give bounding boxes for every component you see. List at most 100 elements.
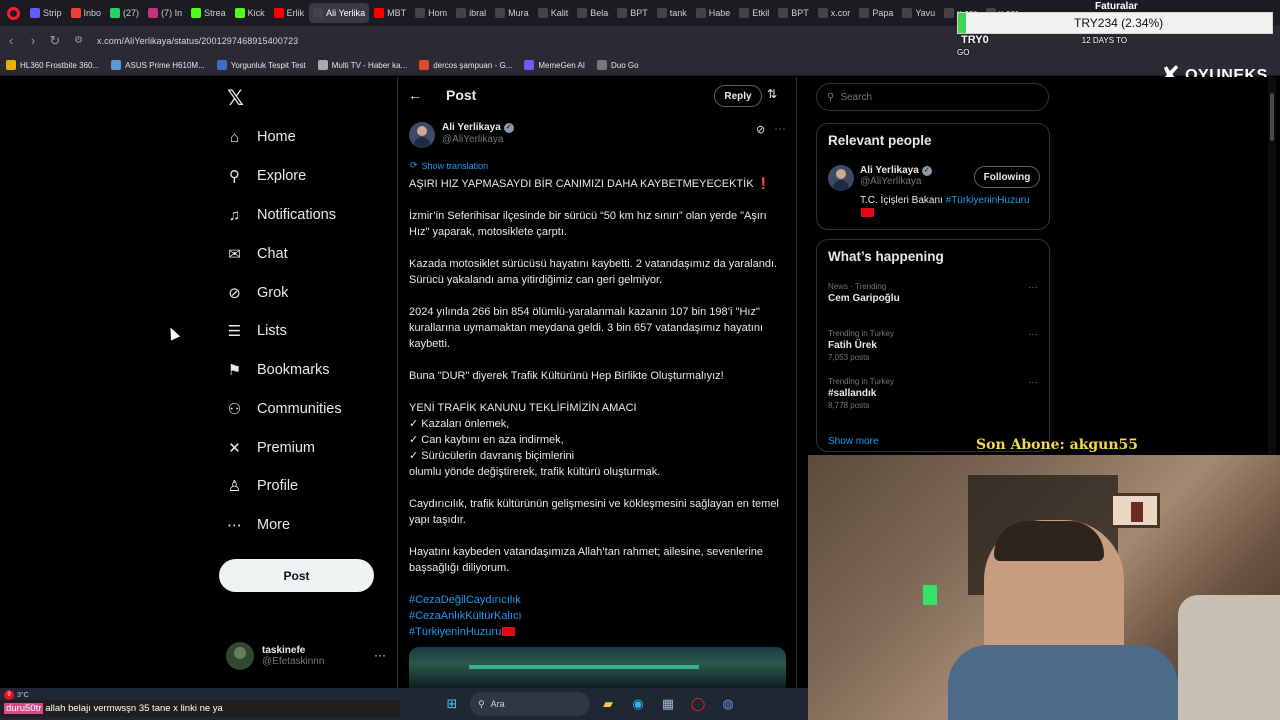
show-more-link[interactable]: Show more — [828, 436, 879, 447]
author-name[interactable]: Ali Yerlikaya — [442, 122, 501, 133]
nav-item-profile[interactable]: ♙ Profile — [226, 474, 298, 498]
browser-tab[interactable]: Kalit — [534, 3, 573, 23]
nav-item-bookmarks[interactable]: ⚑ Bookmarks — [226, 358, 330, 382]
browser-tab[interactable]: Inbo — [67, 3, 106, 23]
trend-more-icon[interactable]: ··· — [1028, 329, 1038, 340]
browser-tab[interactable]: x.cor — [814, 3, 855, 23]
back-nav-icon[interactable]: ‹ — [0, 33, 22, 48]
opera-taskbar-icon[interactable]: ◯ — [686, 692, 710, 716]
site-info-icon[interactable]: ⚙ — [74, 35, 83, 46]
author-handle[interactable]: @AliYerlikaya — [442, 134, 514, 145]
youtube-icon — [374, 8, 385, 18]
trend-item[interactable]: News · Trending Cem Garipoğlu ··· — [828, 282, 1040, 304]
x-icon — [537, 8, 548, 18]
weather-widget[interactable]: 9 3°C — [4, 690, 29, 700]
post-more-icon[interactable]: ··· — [774, 121, 786, 135]
browser-tab-label: Bela — [590, 8, 609, 18]
browser-tab[interactable]: tank — [653, 3, 691, 23]
nav-item-notifications[interactable]: ♫ Notifications — [226, 203, 336, 227]
browser-tab[interactable]: Erlik — [270, 3, 309, 23]
browser-tab[interactable]: BPT — [774, 3, 813, 23]
store-icon[interactable]: ▦ — [656, 692, 680, 716]
filter-icon[interactable]: ⇅ — [767, 87, 777, 101]
nav-item-chat[interactable]: ✉ Chat — [226, 242, 287, 266]
browser-tab[interactable]: Strea — [187, 3, 230, 23]
relevant-person[interactable]: Ali Yerlikaya ✓ @AliYerlikaya — [828, 165, 932, 191]
trend-name: Fatih Ürek — [828, 340, 877, 351]
browser-tab[interactable]: MBT — [370, 3, 410, 23]
browser-tab[interactable]: Bela — [573, 3, 612, 23]
account-more-icon[interactable]: ··· — [374, 648, 386, 662]
nav-item-communities[interactable]: ⚇ Communities — [226, 397, 342, 421]
following-button[interactable]: Following — [974, 166, 1040, 188]
forward-nav-icon[interactable]: › — [22, 33, 44, 48]
x-logo-icon[interactable]: 𝕏 — [227, 86, 244, 111]
hashtag-link[interactable]: #CezaAnlıkKültürKalıcı — [409, 608, 789, 624]
nav-item-more[interactable]: ⋯ More — [226, 513, 290, 537]
bookmark-item[interactable]: ASUS Prime H610M... — [111, 60, 205, 70]
file-explorer-icon[interactable]: ▰ — [596, 692, 620, 716]
nav-item-explore[interactable]: ⚲ Explore — [226, 164, 306, 188]
account-switcher[interactable]: taskinefe @Efetaskinnn ··· — [226, 642, 386, 670]
reply-button[interactable]: Reply — [714, 85, 762, 107]
person-name[interactable]: Ali Yerlikaya — [860, 165, 919, 176]
trend-item[interactable]: Trending in Turkey Fatih Ürek 7,053 posts ·… — [828, 329, 1040, 362]
trend-item[interactable]: Trending in Turkey #sallandık 8,778 posts ·… — [828, 377, 1040, 410]
browser-tab[interactable]: Kick — [231, 3, 269, 23]
browser-tab[interactable]: Papa — [855, 3, 897, 23]
hashtag-link[interactable]: #TürkiyeninHuzuru — [409, 626, 501, 638]
browser-tab-label: Ali Yerlika — [326, 8, 366, 18]
browser-tab[interactable]: BPT — [613, 3, 652, 23]
post-media-video[interactable] — [409, 647, 786, 688]
nav-item-lists[interactable]: ☰ Lists — [226, 319, 287, 343]
post-header: ← Post Reply ⇅ — [398, 77, 796, 115]
trend-more-icon[interactable]: ··· — [1028, 282, 1038, 293]
bookmark-item[interactable]: Multi TV - Haber ka... — [317, 60, 407, 70]
scrollbar-thumb[interactable] — [1270, 93, 1274, 141]
browser-tab[interactable]: Hom — [411, 3, 451, 23]
bookmark-item[interactable]: HL360 Frostbite 360... — [6, 60, 99, 70]
hashtag-link[interactable]: #CezaDeğilCaydırıcılık — [409, 592, 789, 608]
bookmark-item[interactable]: Duo Go — [597, 60, 639, 70]
post-button[interactable]: Post — [219, 559, 374, 592]
trend-more-icon[interactable]: ··· — [1028, 377, 1038, 388]
author-avatar[interactable] — [409, 122, 435, 148]
nav-item-label: Lists — [257, 323, 287, 339]
browser-tab[interactable]: ibral — [452, 3, 490, 23]
search-input[interactable]: Search — [840, 92, 872, 103]
browser-tab[interactable]: Ali Yerlika — [309, 3, 370, 23]
person-handle: @AliYerlikaya — [860, 176, 922, 187]
browser-tab[interactable]: Habe — [692, 3, 735, 23]
url-field[interactable]: x.com/AliYerlikaya/status/20012974689154… — [97, 36, 298, 46]
nav-item-premium[interactable]: ✕ Premium — [226, 436, 315, 460]
edge-browser-icon[interactable]: ◉ — [626, 692, 650, 716]
browser-tab[interactable]: (27) — [106, 3, 143, 23]
bookmark-item[interactable]: MemeGen AI — [524, 60, 585, 70]
taskbar-search[interactable]: ⚲ Ara — [470, 692, 590, 716]
bookmark-label: ASUS Prime H610M... — [125, 60, 205, 70]
discord-icon[interactable]: ◍ — [716, 692, 740, 716]
browser-tab[interactable]: Etkil — [735, 3, 773, 23]
bookmark-favicon-icon — [317, 60, 328, 70]
bookmark-item[interactable]: Yorgunluk Tespit Test — [216, 60, 306, 70]
back-arrow-icon[interactable]: ← — [408, 87, 422, 103]
windows-start-icon[interactable]: ⊞ — [440, 692, 464, 716]
purpose-item: olumlu yönde değiştirerek, trafik kültür… — [409, 466, 661, 478]
bookmark-favicon-icon — [597, 60, 608, 70]
nav-item-grok[interactable]: ⊘ Grok — [226, 281, 288, 305]
reload-icon[interactable]: ↻ — [44, 33, 66, 49]
search-box[interactable]: ⚲ Search — [816, 83, 1049, 111]
opera-logo-icon[interactable] — [0, 0, 26, 26]
bookmark-item[interactable]: dercos şampuan - G... — [419, 60, 512, 70]
person-avatar[interactable] — [828, 165, 854, 191]
browser-tab[interactable]: Mura — [491, 3, 533, 23]
grok-icon[interactable]: ⊘ — [756, 123, 765, 136]
browser-tab[interactable]: (7) In — [144, 3, 186, 23]
list-icon: ☰ — [227, 323, 242, 340]
person-bio-hashtag[interactable]: #TürkiyeninHuzuru — [946, 195, 1030, 206]
post-author[interactable]: Ali Yerlikaya ✓ @AliYerlikaya — [409, 122, 514, 148]
browser-tab[interactable]: Yavu — [898, 3, 939, 23]
show-translation-link[interactable]: ⟳ Show translation — [410, 160, 488, 171]
nav-item-home[interactable]: ⌂ Home — [226, 125, 296, 149]
browser-tab[interactable]: Strip — [26, 3, 66, 23]
